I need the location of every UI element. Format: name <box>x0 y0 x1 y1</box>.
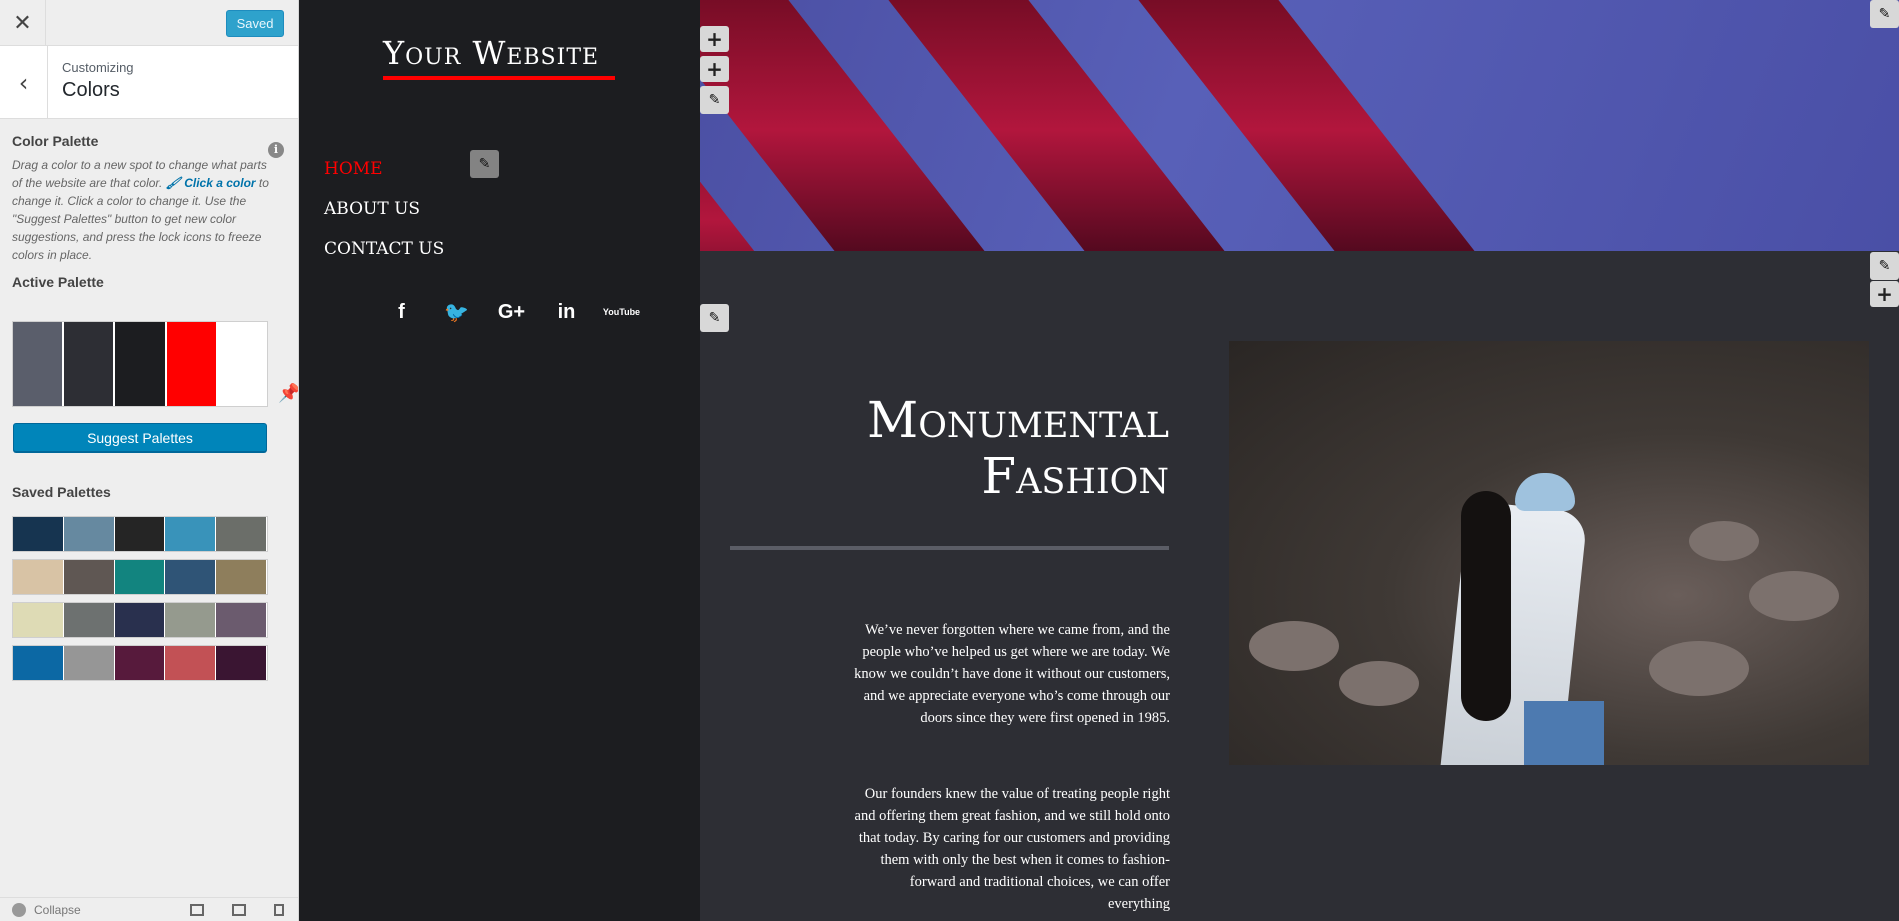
saved-palette-swatch <box>63 560 115 594</box>
linkedin-icon[interactable]: in <box>539 298 594 326</box>
heading-line-2: Fashion <box>981 447 1169 505</box>
customizing-label: Customizing <box>62 60 134 75</box>
tablet-preview-icon[interactable] <box>232 904 246 916</box>
edit-menu-icon[interactable]: ✎ <box>470 150 499 178</box>
site-sidebar: Your Website HOME ABOUT US CONTACT US <box>299 0 700 921</box>
active-palette-swatch[interactable] <box>166 322 218 406</box>
pin-icon[interactable]: 📌 <box>278 383 298 404</box>
saved-palette-swatch <box>114 603 166 637</box>
section-heading[interactable]: Monumental Fashion <box>669 392 1169 504</box>
edit-section-icon[interactable]: ✎ <box>1870 252 1899 280</box>
customizer-footer: Collapse <box>0 897 298 921</box>
saved-palette-swatch <box>114 517 166 551</box>
active-palette <box>12 321 268 407</box>
photo-person-cap <box>1515 473 1575 511</box>
saved-palette-swatch <box>63 603 115 637</box>
fashion-photo <box>1229 341 1869 765</box>
main-navigation: HOME ABOUT US CONTACT US <box>324 158 444 278</box>
saved-palette-swatch <box>165 646 217 680</box>
edit-header-icon[interactable]: ✎ <box>1870 0 1899 28</box>
saved-palette-swatch <box>165 603 217 637</box>
paragraph-1[interactable]: We’ve never forgotten where we came from… <box>850 619 1170 729</box>
saved-palette-swatch <box>165 517 217 551</box>
heading-line-1: Monumental <box>867 391 1169 449</box>
saved-palette-swatch <box>13 603 64 637</box>
saved-palette-swatch <box>216 603 267 637</box>
photo-rock <box>1249 621 1339 671</box>
heading-divider <box>730 546 1169 550</box>
saved-palette[interactable] <box>12 559 268 595</box>
section-title: Colors <box>62 79 120 101</box>
saved-palette-swatch <box>114 560 166 594</box>
hero-image <box>700 0 1899 251</box>
active-palette-heading: Active Palette <box>12 274 104 290</box>
customizer-body: Color Palette Drag a color to a new spot… <box>0 119 298 304</box>
palette-description: Drag a color to a new spot to change wha… <box>12 156 274 264</box>
saved-palette-swatch <box>216 560 267 594</box>
active-palette-swatch[interactable] <box>64 322 116 406</box>
site-title-underline <box>383 76 615 80</box>
info-icon[interactable]: i <box>268 142 284 158</box>
twitter-icon[interactable]: 🐦 <box>429 298 484 326</box>
photo-person-jeans <box>1524 701 1604 765</box>
facebook-icon[interactable]: f <box>374 298 429 326</box>
saved-palette-swatch <box>63 646 115 680</box>
section-title-bar: ‹ Customizing Colors <box>0 46 298 119</box>
mobile-preview-icon[interactable] <box>274 904 284 916</box>
add-section-button[interactable]: + <box>1870 281 1899 307</box>
active-palette-swatch[interactable] <box>13 322 65 406</box>
saved-palette-swatch <box>13 646 64 680</box>
saved-palette-swatch <box>216 646 267 680</box>
suggest-palettes-button[interactable]: Suggest Palettes <box>13 423 267 452</box>
site-title[interactable]: Your Website <box>383 34 599 72</box>
customizer-header: ✕ Saved <box>0 0 298 46</box>
customizer-panel: ✕ Saved ‹ Customizing Colors Color Palet… <box>0 0 299 921</box>
desktop-preview-icon[interactable] <box>190 904 204 916</box>
add-section-button[interactable]: + <box>700 56 729 82</box>
saved-palette[interactable] <box>12 602 268 638</box>
saved-palette-swatch <box>13 560 64 594</box>
nav-item[interactable]: CONTACT US <box>324 238 444 278</box>
click-a-color-link-label: Click a color <box>184 176 256 190</box>
photo-person-hair <box>1461 491 1511 721</box>
nav-item[interactable]: ABOUT US <box>324 198 444 238</box>
collapse-button[interactable]: Collapse <box>12 903 81 917</box>
nav-item[interactable]: HOME <box>324 158 444 198</box>
collapse-icon <box>12 903 26 917</box>
edit-hero-icon[interactable]: ✎ <box>700 86 729 114</box>
saved-palette-swatch <box>13 517 64 551</box>
photo-rock <box>1339 661 1419 706</box>
color-palette-heading: Color Palette <box>12 133 99 149</box>
click-a-color-link[interactable]: 🖌 Click a color <box>166 176 256 190</box>
saved-palette[interactable] <box>12 516 268 552</box>
photo-rock <box>1749 571 1839 621</box>
edit-content-icon[interactable]: ✎ <box>700 304 729 332</box>
photo-rock <box>1649 641 1749 696</box>
saved-palette-swatch <box>216 517 267 551</box>
photo-rock <box>1689 521 1759 561</box>
saved-button[interactable]: Saved <box>226 10 284 37</box>
active-palette-swatch[interactable] <box>115 322 167 406</box>
back-icon[interactable]: ‹ <box>0 46 48 119</box>
add-section-button[interactable]: + <box>700 26 729 52</box>
collapse-label: Collapse <box>34 903 81 917</box>
youtube-icon[interactable]: YouTube <box>594 298 649 326</box>
saved-palette-swatch <box>114 646 166 680</box>
saved-palette-swatch <box>63 517 115 551</box>
saved-palettes-heading: Saved Palettes <box>12 484 111 500</box>
google-plus-icon[interactable]: G+ <box>484 298 539 326</box>
saved-palette-swatch <box>165 560 217 594</box>
social-links: f 🐦 G+ in YouTube <box>374 298 649 326</box>
active-palette-swatch[interactable] <box>217 322 268 406</box>
paragraph-2[interactable]: Our founders knew the value of treating … <box>850 783 1170 915</box>
saved-palette[interactable] <box>12 645 268 681</box>
close-icon[interactable]: ✕ <box>0 0 46 46</box>
